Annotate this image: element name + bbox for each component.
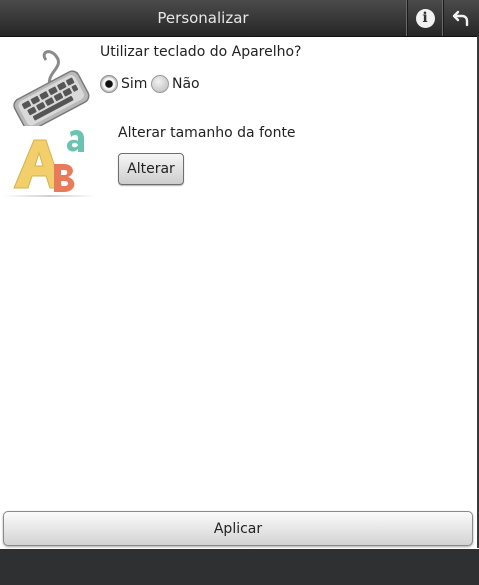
bottom-bar bbox=[0, 549, 479, 585]
font-abc-icon bbox=[13, 130, 84, 192]
info-button[interactable]: i bbox=[406, 0, 443, 36]
radio-unselected-icon[interactable] bbox=[151, 75, 169, 93]
radio-selected-icon[interactable] bbox=[100, 75, 118, 93]
page-title: Personalizar bbox=[157, 9, 249, 27]
keyboard-question-label: Utilizar teclado do Aparelho? bbox=[100, 44, 302, 60]
radio-nao-label: Não bbox=[172, 76, 200, 92]
app-header: Personalizar i bbox=[0, 0, 479, 37]
keyboard-icon bbox=[13, 50, 90, 126]
icon-shelf-divider bbox=[4, 195, 96, 197]
radio-sim[interactable]: Sim bbox=[100, 74, 147, 94]
radio-sim-label: Sim bbox=[121, 76, 148, 92]
font-size-label: Alterar tamanho da fonte bbox=[118, 125, 296, 141]
aplicar-button[interactable]: Aplicar bbox=[3, 511, 473, 546]
back-arrow-icon bbox=[452, 10, 469, 27]
info-icon: i bbox=[415, 8, 435, 28]
radio-nao[interactable]: Não bbox=[151, 74, 200, 94]
alterar-button[interactable]: Alterar bbox=[118, 153, 184, 185]
back-button[interactable] bbox=[442, 0, 479, 36]
